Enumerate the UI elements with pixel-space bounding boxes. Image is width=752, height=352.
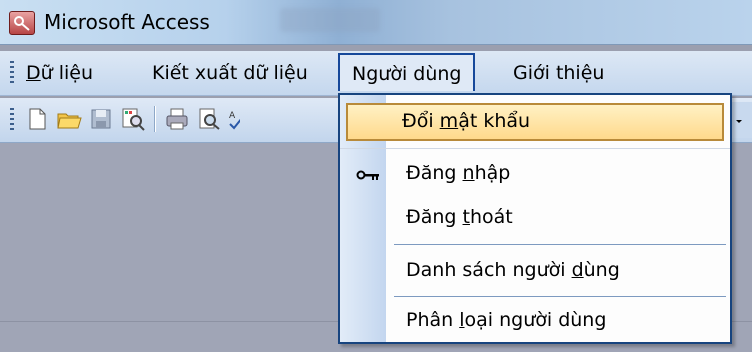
- menu-du-lieu[interactable]: Dữ liệu: [26, 62, 93, 84]
- menu-item-dang-thoat[interactable]: Đăng thoát: [346, 199, 724, 237]
- menu-item-label: Danh sách người dùng: [406, 259, 620, 281]
- menu-item-label: Đăng thoát: [406, 206, 513, 228]
- toolbar-grip-handle[interactable]: [10, 108, 14, 132]
- menu-item-phan-loai-nguoi-dung[interactable]: Phân loại người dùng: [346, 302, 724, 340]
- menu-item-doi-mat-khau[interactable]: Đổi mật khẩu: [346, 103, 724, 141]
- menu-item-danh-sach-nguoi-dung[interactable]: Danh sách người dùng: [346, 252, 724, 290]
- print-preview-icon[interactable]: [196, 106, 222, 132]
- menu-bar: Dữ liệu Kiết xuất dữ liệu Người dùng Giớ…: [0, 51, 752, 96]
- open-folder-icon[interactable]: [56, 106, 82, 132]
- svg-text:A: A: [229, 111, 236, 121]
- nguoi-dung-dropdown-menu: Đổi mật khẩu Đăng nhập Đăng thoát Danh s…: [338, 93, 732, 344]
- menu-nguoi-dung[interactable]: Người dùng: [338, 53, 476, 91]
- save-icon[interactable]: [88, 106, 114, 132]
- window-title: Microsoft Access: [44, 10, 210, 34]
- menu-separator: [394, 244, 726, 245]
- menu-item-label: Đăng nhập: [406, 162, 511, 184]
- print-icon[interactable]: [164, 106, 190, 132]
- menu-kiet-xuat-du-lieu[interactable]: Kiết xuất dữ liệu: [152, 62, 308, 84]
- file-search-icon[interactable]: [120, 106, 146, 132]
- new-document-icon[interactable]: [24, 106, 50, 132]
- menu-item-label: Phân loại người dùng: [406, 309, 607, 331]
- menu-item-label: Đổi mật khẩu: [402, 110, 531, 132]
- spelling-icon[interactable]: A: [228, 106, 240, 132]
- access-key-icon[interactable]: [9, 11, 35, 35]
- menu-item-dang-nhap[interactable]: Đăng nhập: [346, 155, 724, 193]
- key-icon: [356, 165, 382, 187]
- menubar-grip-handle[interactable]: [10, 61, 14, 85]
- title-bar: Microsoft Access: [0, 0, 752, 45]
- menu-gioi-thieu[interactable]: Giới thiệu: [513, 62, 604, 84]
- menu-separator: [394, 296, 726, 297]
